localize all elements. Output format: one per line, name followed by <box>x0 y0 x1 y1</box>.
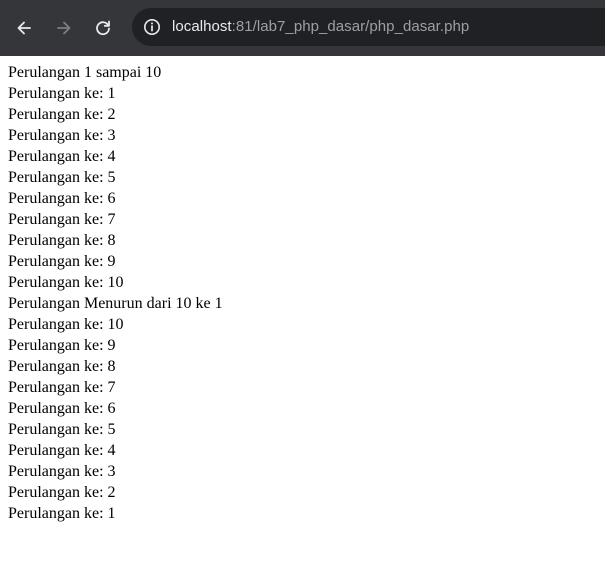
loop-line: Perulangan ke: 2 <box>8 106 116 123</box>
url-text[interactable]: localhost:81/lab7_php_dasar/php_dasar.ph… <box>172 8 469 46</box>
loop-line: Perulangan ke: 4 <box>8 442 116 459</box>
forward-button[interactable] <box>50 14 78 42</box>
address-bar[interactable]: localhost:81/lab7_php_dasar/php_dasar.ph… <box>132 8 605 46</box>
url-host: localhost <box>172 18 232 35</box>
arrow-right-icon <box>57 21 71 35</box>
reload-button[interactable] <box>89 14 117 42</box>
loop-line: Perulangan ke: 5 <box>8 169 116 186</box>
loop-line: Perulangan ke: 5 <box>8 421 116 438</box>
loop-line: Perulangan ke: 1 <box>8 85 116 102</box>
loop-line: Perulangan ke: 9 <box>8 337 116 354</box>
loop-line: Perulangan ke: 3 <box>8 127 116 144</box>
browser-toolbar: localhost:81/lab7_php_dasar/php_dasar.ph… <box>0 0 605 56</box>
loop-line: Perulangan ke: 7 <box>8 211 116 228</box>
url-path: :81/lab7_php_dasar/php_dasar.php <box>231 18 470 35</box>
loop-line: Perulangan ke: 8 <box>8 358 116 375</box>
loop-line: Perulangan ke: 3 <box>8 463 116 480</box>
loop-line: Perulangan ke: 2 <box>8 484 116 501</box>
loop-line: Perulangan ke: 4 <box>8 148 116 165</box>
back-button[interactable] <box>10 14 38 42</box>
loop-line: Perulangan ke: 7 <box>8 379 116 396</box>
loop-line: Perulangan ke: 9 <box>8 253 116 270</box>
loop-heading: Perulangan 1 sampai 10 <box>8 64 162 81</box>
loop-line: Perulangan ke: 6 <box>8 190 116 207</box>
arrow-left-icon <box>17 21 31 35</box>
site-info-button[interactable] <box>140 15 164 39</box>
loop-line: Perulangan ke: 8 <box>8 232 116 249</box>
loop-line: Perulangan ke: 10 <box>8 316 124 333</box>
loop-heading: Perulangan Menurun dari 10 ke 1 <box>8 295 223 312</box>
loop-line: Perulangan ke: 1 <box>8 505 116 522</box>
page-content: Perulangan 1 sampai 10 Perulangan ke: 1 … <box>8 62 223 524</box>
loop-line: Perulangan ke: 6 <box>8 400 116 417</box>
info-icon <box>144 19 160 35</box>
loop-line: Perulangan ke: 10 <box>8 274 124 291</box>
reload-icon <box>96 20 110 36</box>
